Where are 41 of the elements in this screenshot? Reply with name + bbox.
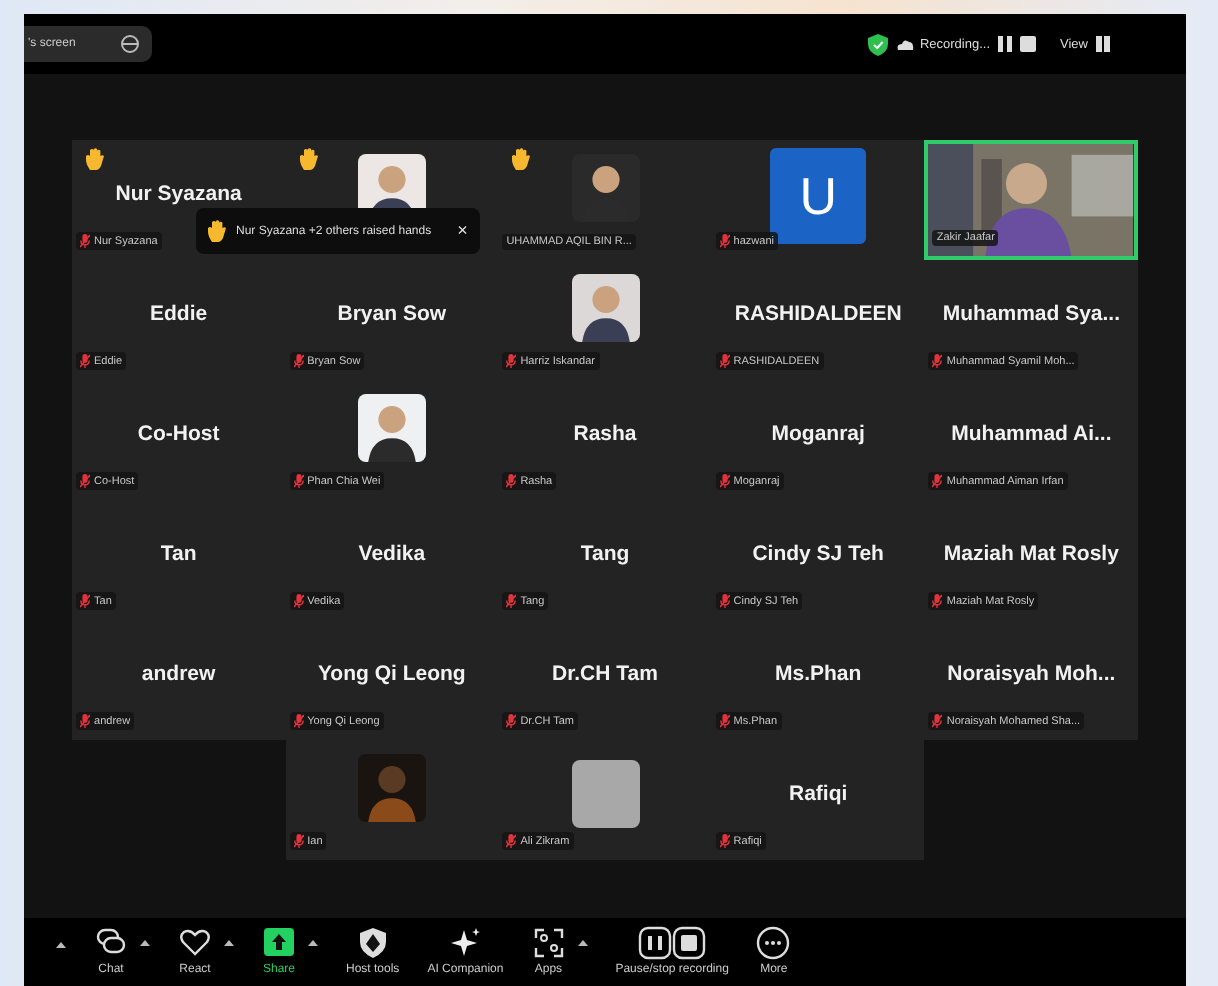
shield-icon (867, 33, 888, 55)
participant-name: Bryan Sow (337, 302, 447, 326)
participant-name: Yong Qi Leong (317, 662, 466, 686)
sparkle-icon (448, 926, 483, 960)
shield-icon (355, 926, 390, 960)
grid-view-icon (1096, 36, 1110, 52)
cloud-icon (895, 37, 914, 51)
participant-name: Cindy SJ Teh (752, 542, 884, 566)
participant-name: Dr.CH Tam (552, 662, 658, 686)
caret-icon[interactable] (308, 940, 318, 946)
caret-icon[interactable] (56, 942, 66, 948)
participant-name: Tan (160, 542, 197, 566)
participant-name: Muhammad Sya... (942, 302, 1121, 326)
heart-icon (178, 926, 212, 960)
blank-avatar (571, 760, 639, 828)
participant-name: andrew (141, 662, 216, 686)
more-icon (756, 926, 791, 960)
participant-name: Rafiqi (789, 782, 848, 806)
participant-name: Ms.Phan (775, 662, 862, 686)
raised-hand-icon (208, 220, 227, 242)
pause-icon[interactable] (998, 36, 1013, 52)
stop-icon[interactable] (1020, 36, 1037, 52)
participant-name: Muhammad Ai... (951, 422, 1112, 446)
participant-name: RASHIDALDEEN (734, 302, 902, 326)
screen-icon (119, 34, 140, 54)
participant-name: Co-Host (137, 422, 220, 446)
participant-name: Rasha (573, 422, 637, 446)
upload-icon (262, 926, 296, 960)
close-button[interactable]: × (441, 222, 468, 240)
caret-icon[interactable] (224, 940, 234, 946)
pause-stop-icon (638, 926, 707, 960)
participant-name: Moganraj (771, 422, 865, 446)
participant-name: Nur Syazana (115, 182, 242, 206)
apps-icon (531, 926, 566, 960)
participant-name: Eddie (150, 302, 208, 326)
caret-icon[interactable] (140, 940, 150, 946)
participant-name: Noraisyah Moh... (947, 662, 1116, 686)
participant-name: Maziah Mat Rosly (943, 542, 1119, 566)
participant-name: Vedika (358, 542, 426, 566)
participant-name: Tang (580, 542, 630, 566)
caret-icon[interactable] (577, 940, 588, 946)
